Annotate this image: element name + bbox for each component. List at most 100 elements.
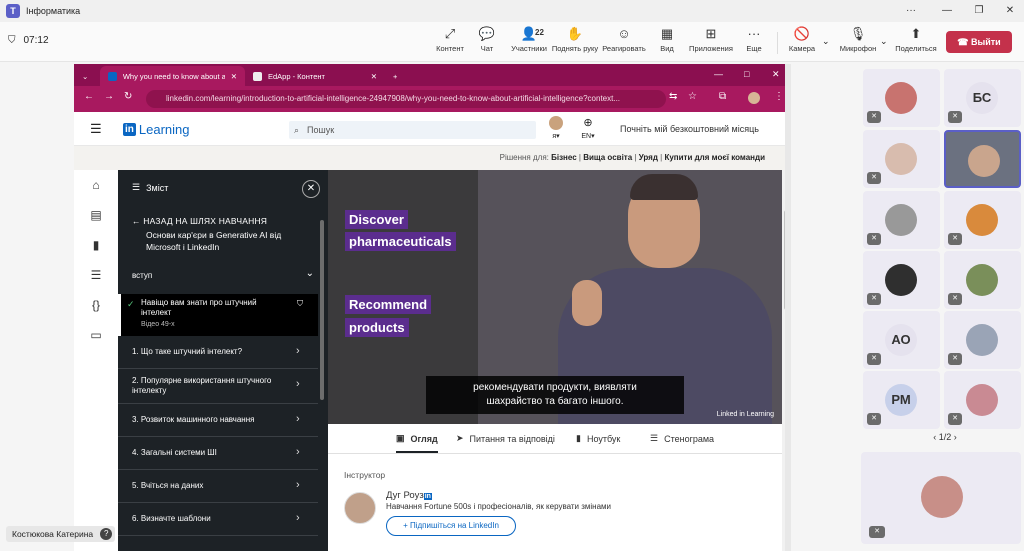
participant-tile-active[interactable] bbox=[944, 130, 1021, 188]
profile-avatar[interactable] bbox=[748, 92, 760, 104]
mic-off-icon: ✕ bbox=[948, 413, 962, 425]
toc-item[interactable]: 4. Загальні системи ШІ › bbox=[118, 437, 318, 470]
camera-button[interactable]: 🚫 Камера bbox=[778, 26, 826, 53]
participant-tile[interactable]: ✕ bbox=[944, 371, 1021, 429]
tab-transcript[interactable]: ☰ Стенограма bbox=[650, 433, 714, 444]
participant-tile[interactable]: ✕ bbox=[944, 251, 1021, 309]
search-input[interactable]: ⌕ Пошук bbox=[289, 121, 536, 139]
restore-button[interactable]: ❐ bbox=[963, 0, 995, 22]
participant-avatar bbox=[966, 204, 998, 236]
caption-line: рекомендувати продукти, виявляти bbox=[473, 382, 637, 393]
share-button[interactable]: ⬆ Поделиться bbox=[890, 26, 942, 53]
participant-tile[interactable]: ✕ bbox=[863, 69, 940, 127]
back-label: НАЗАД НА ШЛЯХ НАВЧАННЯ bbox=[143, 216, 268, 226]
solution-higher-ed-link[interactable]: Вища освіта bbox=[583, 153, 632, 162]
mic-off-icon: ✕ bbox=[948, 353, 962, 365]
notes-icon[interactable]: ▭ bbox=[88, 328, 104, 342]
close-tab-icon[interactable]: ✕ bbox=[231, 72, 237, 81]
chevron-right-icon[interactable]: › bbox=[954, 432, 957, 442]
section-header[interactable]: вступ bbox=[132, 271, 152, 280]
tab-notebook[interactable]: ▮ Ноутбук bbox=[576, 433, 620, 444]
close-tab-icon[interactable]: ✕ bbox=[371, 72, 377, 81]
help-icon[interactable]: ? bbox=[100, 528, 113, 540]
library-icon[interactable]: ▮ bbox=[88, 238, 104, 252]
participant-tile[interactable]: ✕ bbox=[863, 191, 940, 249]
participant-avatar bbox=[966, 264, 998, 296]
bookmark-icon[interactable]: ⛉ bbox=[297, 299, 303, 309]
screen-scrollbar[interactable] bbox=[785, 64, 791, 551]
mic-off-icon: ✕ bbox=[948, 111, 962, 123]
translate-icon[interactable]: ⇆ bbox=[669, 91, 677, 102]
bookmark-star-icon[interactable]: ☆ bbox=[688, 91, 697, 102]
raise-hand-button[interactable]: ✋ Поднять руку bbox=[549, 26, 601, 53]
instructor-heading: Інструктор bbox=[344, 470, 386, 480]
participant-tile[interactable]: БС ✕ bbox=[944, 69, 1021, 127]
free-month-link[interactable]: Почніть мій безкоштовний місяць bbox=[620, 124, 759, 134]
list-icon[interactable]: ☰ bbox=[88, 268, 104, 282]
close-toc-button[interactable]: ✕ bbox=[302, 180, 320, 198]
react-button[interactable]: ☺ Реагировать bbox=[600, 26, 648, 53]
toc-item[interactable]: 5. Вчіться на даних › bbox=[118, 470, 318, 503]
forward-icon[interactable]: → bbox=[104, 91, 114, 102]
participant-tile[interactable]: ✕ bbox=[863, 130, 940, 188]
participant-tile[interactable]: ✕ bbox=[863, 251, 940, 309]
view-button[interactable]: ▦ Вид bbox=[643, 26, 691, 53]
instructor-name[interactable]: Дуг Роузin bbox=[386, 490, 432, 501]
close-icon[interactable]: ✕ bbox=[772, 69, 780, 80]
new-tab-button[interactable]: + bbox=[385, 66, 405, 86]
extensions-icon[interactable]: ⧉ bbox=[719, 91, 726, 102]
toc-scrollbar[interactable] bbox=[320, 220, 324, 400]
video-player[interactable]: Discover pharmaceuticals Recommend produ… bbox=[328, 170, 782, 424]
url-field[interactable]: linkedin.com/learning/introduction-to-ar… bbox=[146, 90, 666, 108]
menu-icon[interactable]: ☰ bbox=[90, 121, 102, 137]
browser-tab[interactable]: EdApp - Контент ✕ bbox=[245, 66, 385, 86]
solution-government-link[interactable]: Уряд bbox=[639, 153, 658, 162]
participant-tile[interactable]: ✕ bbox=[944, 191, 1021, 249]
participant-tile-large[interactable]: ✕ bbox=[861, 452, 1021, 544]
instructor-avatar[interactable] bbox=[344, 492, 376, 524]
language-menu[interactable]: ⊕ EN▾ bbox=[578, 116, 598, 140]
tab-overview[interactable]: ▣ Огляд bbox=[396, 433, 438, 453]
leave-button[interactable]: ☎ Выйти bbox=[946, 31, 1012, 53]
browser-menu-icon[interactable]: ⋮ bbox=[774, 91, 784, 102]
me-menu[interactable]: я▾ bbox=[548, 116, 564, 140]
chevron-left-icon[interactable]: ‹ bbox=[933, 432, 936, 442]
toc-item[interactable]: 6. Визначте шаблони › bbox=[118, 503, 318, 536]
tab-qa[interactable]: ➤ Питання та відповіді bbox=[456, 433, 555, 444]
browser-tab-active[interactable]: Why you need to know about a ✕ bbox=[100, 66, 245, 86]
solution-team-link[interactable]: Купити для моєї команди bbox=[664, 153, 765, 162]
minimize-button[interactable]: — bbox=[931, 0, 963, 22]
solution-business-link[interactable]: Бізнес bbox=[551, 153, 577, 162]
more-button[interactable]: ··· Еще bbox=[730, 26, 778, 53]
close-window-button[interactable]: ✕ bbox=[994, 0, 1024, 22]
camera-chevron-icon[interactable]: ⌄ bbox=[822, 36, 830, 47]
teams-title-bar: T Інформатика ··· — ❐ ✕ bbox=[0, 0, 1024, 22]
participant-tile[interactable]: ✕ bbox=[944, 311, 1021, 369]
more-icon[interactable]: ··· bbox=[895, 0, 927, 22]
chevron-up-icon[interactable]: ⌄ bbox=[306, 268, 314, 279]
participant-tile[interactable]: АО ✕ bbox=[863, 311, 940, 369]
minimize-icon[interactable]: — bbox=[714, 69, 723, 79]
maximize-icon[interactable]: □ bbox=[744, 69, 749, 79]
back-icon[interactable]: ← bbox=[84, 91, 94, 102]
map-icon[interactable]: ▤ bbox=[88, 208, 104, 222]
home-icon[interactable]: ⌂ bbox=[88, 178, 104, 192]
meeting-timer: ⛉ 07:12 bbox=[8, 35, 49, 46]
microphone-button[interactable]: 🎙 Микрофон bbox=[832, 26, 884, 53]
reload-icon[interactable]: ↻ bbox=[124, 91, 132, 102]
chevron-right-icon: › bbox=[296, 345, 300, 357]
current-lesson[interactable]: ✓ Навіщо вам знати про штучний інтелект … bbox=[118, 294, 318, 336]
participants-button[interactable]: 👤 22 Участники bbox=[503, 26, 555, 53]
toc-item[interactable]: 3. Розвиток машинного навчання › bbox=[118, 404, 318, 437]
tab-actions-icon[interactable]: ⌄ bbox=[74, 66, 100, 86]
mic-chevron-icon[interactable]: ⌄ bbox=[880, 36, 888, 47]
toc-item[interactable]: 1. Що таке штучний інтелект? › bbox=[118, 336, 318, 369]
code-icon[interactable]: {} bbox=[88, 298, 104, 312]
back-to-path-link[interactable]: ← НАЗАД НА ШЛЯХ НАВЧАННЯ bbox=[132, 216, 267, 226]
linkedin-learning-logo[interactable]: in Learning bbox=[123, 122, 190, 137]
follow-button[interactable]: + Підпишіться на LinkedIn bbox=[386, 516, 516, 536]
phone-hangup-icon: ☎ bbox=[957, 37, 972, 47]
toc-item[interactable]: 2. Популярне використання штучного інтел… bbox=[118, 369, 318, 404]
video-label: Discover bbox=[345, 210, 408, 229]
participant-tile[interactable]: РМ ✕ bbox=[863, 371, 940, 429]
